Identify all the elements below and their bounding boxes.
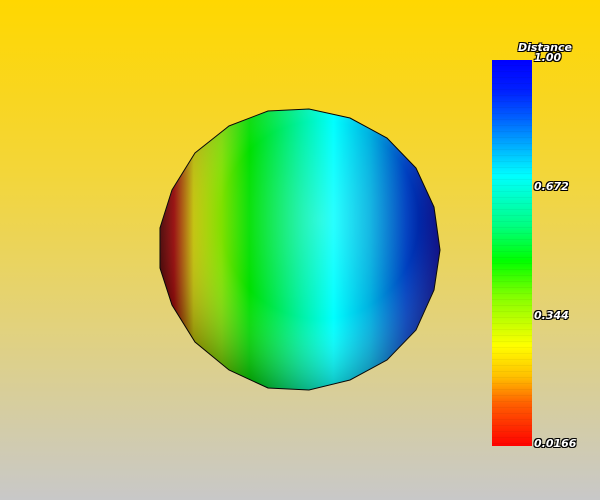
scalar-bar[interactable]: [492, 60, 532, 446]
scalar-bar-label-upper: 0.672: [534, 180, 569, 193]
scalar-bar-label-lower: 0.344: [534, 309, 569, 322]
scalar-bar-label-min: 0.0166: [534, 437, 577, 450]
scalar-bar-label-max: 1.00: [534, 51, 562, 64]
